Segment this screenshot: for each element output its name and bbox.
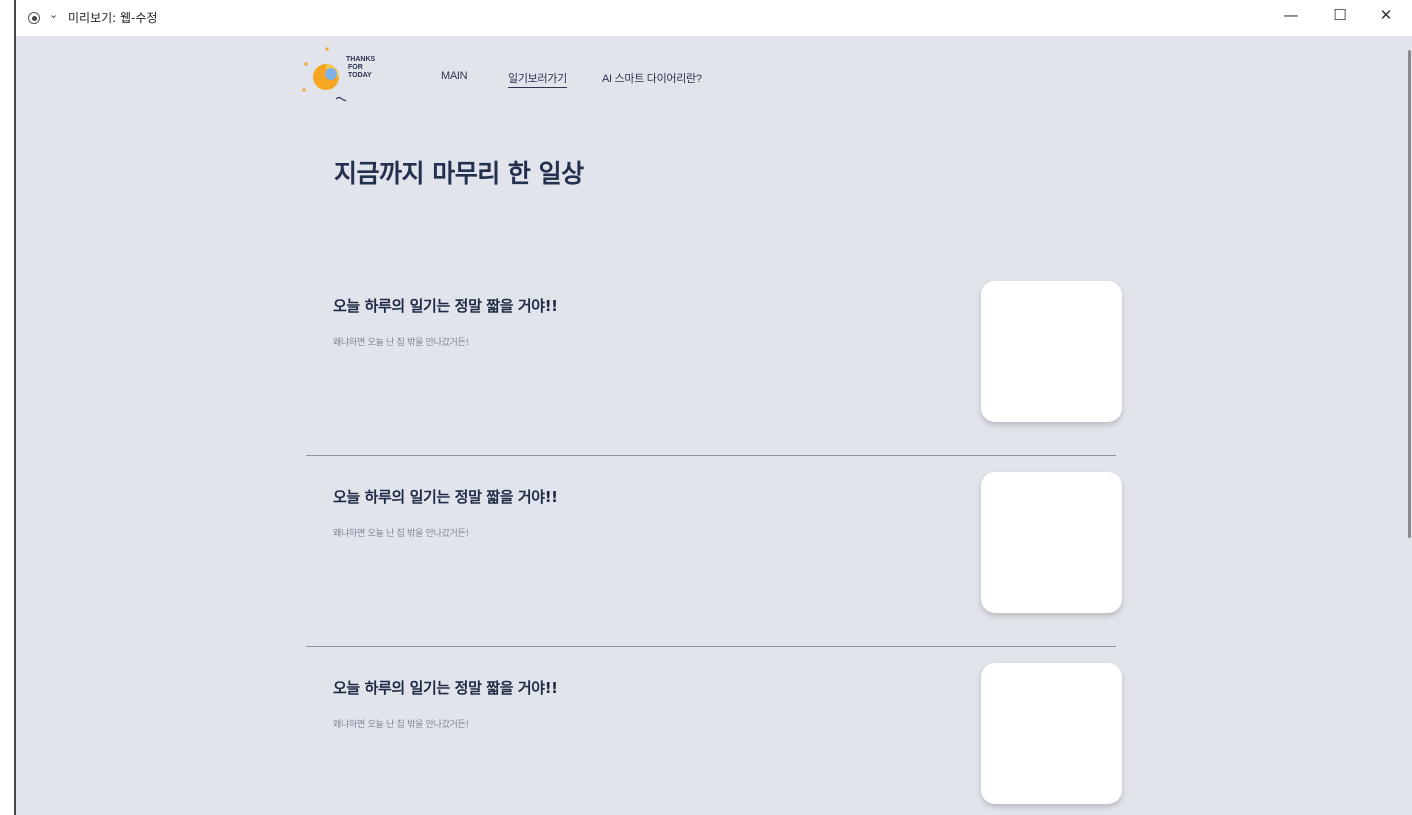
nav-about-ai-diary[interactable]: AI 스마트 다이어리란? (602, 70, 702, 86)
nav-view-diary[interactable]: 일기보러가기 (508, 70, 567, 88)
logo-line: THANKS (346, 56, 376, 63)
record-icon[interactable] (28, 12, 40, 24)
diary-entry[interactable]: 오늘 하루의 일기는 정말 짧을 거야!! 왜냐하면 오늘 난 집 밖을 안나갔… (306, 472, 1126, 664)
diary-entry[interactable]: 오늘 하루의 일기는 정말 짧을 거야!! 왜냐하면 오늘 난 집 밖을 안나갔… (306, 663, 1126, 815)
entry-thumbnail[interactable] (981, 472, 1122, 613)
logo-line: TODAY (348, 72, 372, 79)
entry-title[interactable]: 오늘 하루의 일기는 정말 짧을 거야!! (333, 677, 558, 698)
logo[interactable]: THANKS FOR TODAY (298, 44, 388, 104)
window-title: 미리보기: 웹-수정 (68, 11, 158, 25)
sun-logo-icon (302, 47, 349, 102)
entry-subtitle: 왜냐하면 오늘 난 집 밖을 안나갔거든! (333, 720, 469, 730)
divider (306, 455, 1116, 456)
chevron-down-icon[interactable]: ⌄ (49, 8, 58, 21)
entry-title[interactable]: 오늘 하루의 일기는 정말 짧을 거야!! (333, 486, 558, 507)
scrollbar-thumb[interactable] (1408, 50, 1411, 538)
maximize-button[interactable]: ☐ (1320, 6, 1360, 24)
entry-thumbnail[interactable] (981, 281, 1122, 422)
entry-subtitle: 왜냐하면 오늘 난 집 밖을 안나갔거든! (333, 529, 469, 539)
close-button[interactable]: ✕ (1366, 6, 1406, 24)
nav-main[interactable]: MAIN (441, 70, 468, 82)
entry-thumbnail[interactable] (981, 663, 1122, 804)
entry-title[interactable]: 오늘 하루의 일기는 정말 짧을 거야!! (333, 295, 558, 316)
page-content: THANKS FOR TODAY MAIN 일기보러가기 AI 스마트 다이어리… (16, 36, 1406, 815)
logo-text: THANKS FOR TODAY (346, 56, 375, 80)
minimize-button[interactable]: — (1271, 6, 1311, 24)
divider (306, 646, 1116, 647)
diary-entry[interactable]: 오늘 하루의 일기는 정말 짧을 거야!! 왜냐하면 오늘 난 집 밖을 안나갔… (306, 281, 1126, 473)
logo-line: FOR (348, 64, 363, 71)
entry-subtitle: 왜냐하면 오늘 난 집 밖을 안나갔거든! (333, 338, 469, 348)
page-title: 지금까지 마무리 한 일상 (334, 159, 584, 188)
title-bar[interactable]: ⌄ 미리보기: 웹-수정 — ☐ ✕ (16, 0, 1412, 37)
